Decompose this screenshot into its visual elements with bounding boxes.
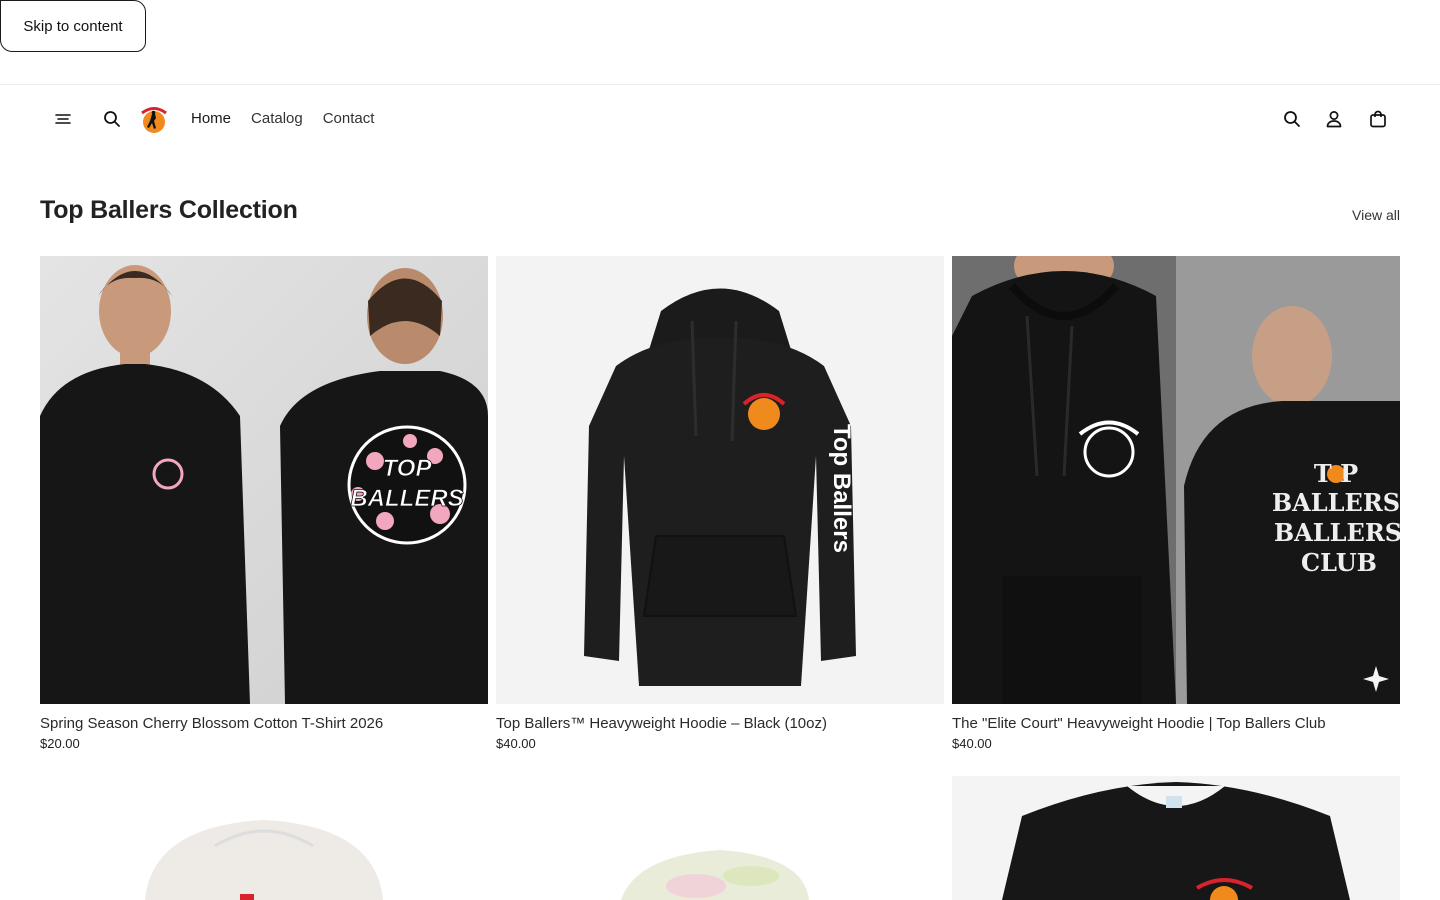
product-price: $40.00: [496, 736, 536, 751]
nav-catalog-link[interactable]: Catalog: [251, 107, 303, 131]
product-card[interactable]: TOP BALLERS Spring Season Cherry Blossom…: [40, 256, 488, 751]
svg-text:BALLERS: BALLERS: [1272, 488, 1400, 517]
product-title[interactable]: Top Ballers™ Heavyweight Hoodie – Black …: [496, 714, 944, 734]
account-icon[interactable]: [1318, 103, 1350, 135]
svg-text:CLUB: CLUB: [1301, 548, 1377, 577]
svg-text:T P: T P: [1314, 459, 1358, 488]
cart-icon[interactable]: [1362, 103, 1394, 135]
search-icon[interactable]: [96, 103, 128, 135]
brand-logo[interactable]: [137, 104, 171, 134]
product-image[interactable]: T P BALLERS BALLERS CLUB: [952, 256, 1400, 704]
main-nav: Home Catalog Contact: [191, 107, 374, 131]
svg-text:BALLERS: BALLERS: [1274, 518, 1400, 547]
nav-home-link[interactable]: Home: [191, 107, 231, 131]
product-title[interactable]: The "Elite Court" Heavyweight Hoodie | T…: [952, 714, 1400, 734]
skip-to-content-link[interactable]: Skip to content: [0, 0, 146, 52]
product-title[interactable]: Spring Season Cherry Blossom Cotton T-Sh…: [40, 714, 488, 734]
site-header: Home Catalog Contact: [0, 85, 1440, 153]
svg-text:Top Ballers: Top Ballers: [828, 424, 855, 553]
menu-icon[interactable]: [47, 103, 79, 135]
svg-text:BALLERS: BALLERS: [350, 485, 463, 512]
product-price: $40.00: [952, 736, 992, 751]
product-image[interactable]: TOP BALLERS: [40, 256, 488, 704]
collection-title: Top Ballers Collection: [40, 196, 298, 224]
product-card[interactable]: T P BALLERS BALLERS CLUB The "Elite Cour…: [952, 256, 1400, 751]
product-price: $20.00: [40, 736, 80, 751]
svg-text:TOP: TOP: [383, 455, 433, 482]
product-image[interactable]: [496, 776, 944, 900]
view-all-link[interactable]: View all: [1352, 207, 1400, 223]
product-image[interactable]: [952, 776, 1400, 900]
nav-contact-link[interactable]: Contact: [323, 107, 375, 131]
product-image[interactable]: [40, 776, 488, 900]
product-card[interactable]: Top Ballers Top Ballers™ Heavyweight Hoo…: [496, 256, 944, 751]
search-icon[interactable]: [1276, 103, 1308, 135]
product-image[interactable]: Top Ballers: [496, 256, 944, 704]
